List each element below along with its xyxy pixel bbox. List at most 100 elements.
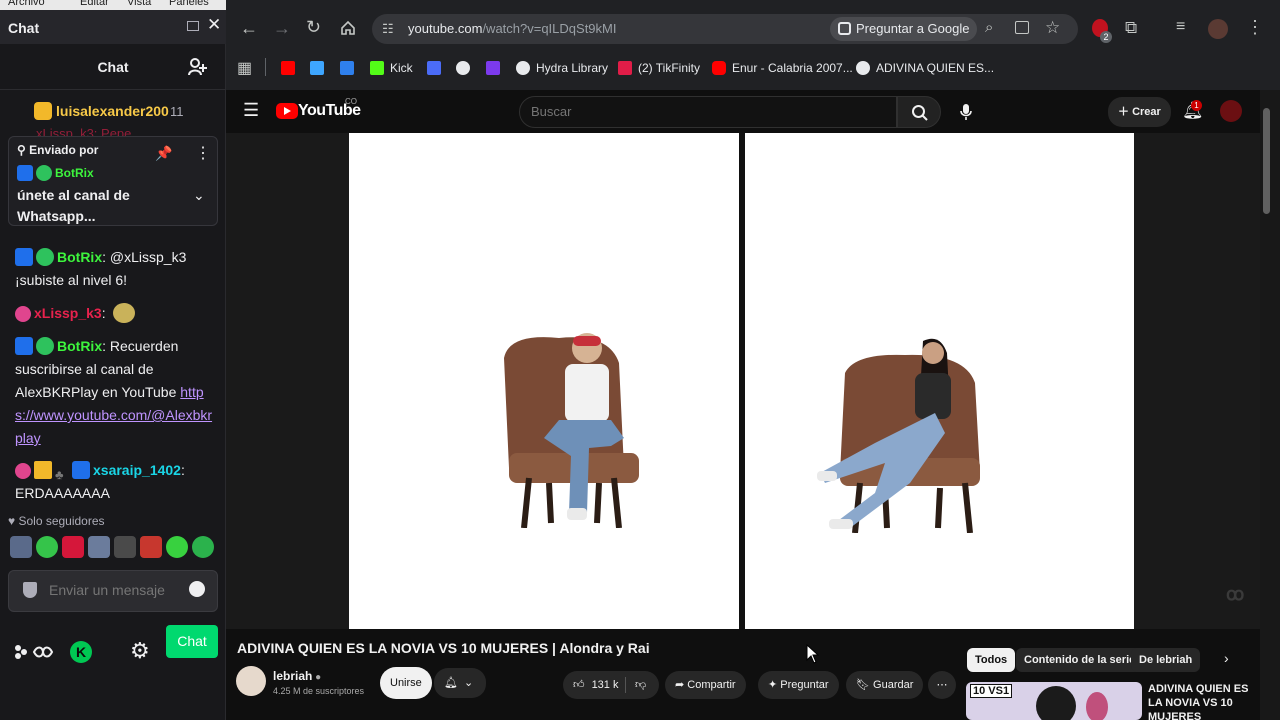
- bookmark-item[interactable]: Hydra Library: [516, 60, 608, 76]
- subscription-bell-button[interactable]: 🔔︎ ⌄: [434, 668, 486, 698]
- emote-icon[interactable]: [192, 536, 214, 558]
- menu-vista[interactable]: Vista: [127, 0, 151, 8]
- unpin-icon[interactable]: 📌: [155, 145, 172, 162]
- emote-icon[interactable]: [114, 536, 136, 558]
- bookmark-item[interactable]: (2) TikFinity: [618, 60, 700, 76]
- bookmark-item[interactable]: [281, 60, 301, 76]
- extensions-puzzle-icon[interactable]: ⧉: [1125, 18, 1137, 38]
- bot-badge-icon: [15, 337, 33, 355]
- bookmark-item[interactable]: [310, 60, 330, 76]
- emote-icon[interactable]: [140, 536, 162, 558]
- subscriber-count: 4.25 M de suscriptores: [273, 686, 365, 696]
- thumbs-down-icon[interactable]: 👎︎: [635, 671, 646, 699]
- create-button[interactable]: ＋ Crear: [1108, 97, 1171, 127]
- chat-input-box[interactable]: [8, 570, 218, 612]
- menu-editar[interactable]: Editar: [80, 0, 109, 8]
- share-button[interactable]: ➦ Compartir: [665, 671, 746, 699]
- message-user[interactable]: xsaraip_1402: [93, 462, 181, 478]
- users-icon[interactable]: [188, 58, 208, 76]
- emote-icon[interactable]: [62, 536, 84, 558]
- like-count[interactable]: 131 k: [592, 679, 619, 691]
- verified-badge-icon: [36, 337, 54, 355]
- chip-channel[interactable]: De lebriah: [1131, 648, 1201, 672]
- youtube-search-box[interactable]: [519, 96, 897, 128]
- chat-message-input[interactable]: [49, 582, 189, 598]
- ask-google-label: Preguntar a Google: [856, 21, 970, 36]
- more-options-icon[interactable]: ⋮: [195, 143, 211, 163]
- ask-button[interactable]: ✦ Preguntar: [758, 671, 839, 699]
- bookmark-star-icon[interactable]: ☆: [1045, 18, 1060, 38]
- pinned-label: Enviado por: [29, 143, 99, 157]
- globe-icon: [456, 61, 470, 75]
- zoom-icon[interactable]: ⌕: [985, 19, 993, 36]
- verified-badge-icon: [36, 165, 52, 181]
- account-avatar[interactable]: [1220, 100, 1242, 122]
- hamburger-menu-icon[interactable]: ☰: [243, 100, 259, 121]
- followers-only-label: Solo seguidores: [18, 514, 105, 528]
- bookmark-item[interactable]: Enur - Calabria 2007...: [712, 60, 853, 76]
- back-arrow-icon[interactable]: ←: [240, 18, 258, 39]
- settings-gear-icon[interactable]: ⚙: [130, 638, 150, 664]
- create-label: Crear: [1132, 106, 1161, 118]
- chip-series[interactable]: Contenido de la serie: [1016, 648, 1144, 672]
- bookmark-item[interactable]: [456, 60, 476, 76]
- emoji-icon[interactable]: [189, 581, 205, 597]
- bookmark-item[interactable]: [486, 60, 506, 76]
- profile-avatar[interactable]: [1208, 19, 1228, 39]
- join-button[interactable]: Unirse: [380, 667, 432, 699]
- channel-name[interactable]: lebriah ●: [273, 669, 321, 683]
- globe-icon: [856, 61, 870, 75]
- recommended-title[interactable]: ADIVINA QUIEN ES LA NOVIA VS 10 MUJERES: [1148, 682, 1252, 720]
- install-app-icon[interactable]: [1015, 21, 1029, 34]
- scrollbar-thumb[interactable]: [1263, 108, 1270, 214]
- popout-icon[interactable]: [187, 21, 199, 31]
- reload-icon[interactable]: ↻: [306, 17, 321, 38]
- emote-icon[interactable]: [166, 536, 188, 558]
- bookmark-item[interactable]: [340, 60, 360, 76]
- chevron-down-icon[interactable]: ⌄: [193, 187, 205, 204]
- chat-send-button[interactable]: Chat: [166, 625, 218, 658]
- like-dislike-group: 👍︎ 131 k 👎︎: [563, 671, 659, 699]
- thumbs-up-icon[interactable]: 👍︎: [573, 679, 585, 691]
- more-actions-button[interactable]: ⋯: [928, 671, 956, 699]
- site-info-icon[interactable]: ☷: [382, 21, 394, 37]
- recommended-thumbnail[interactable]: 10 VS1: [966, 682, 1142, 720]
- search-input[interactable]: [531, 104, 851, 119]
- top-user-name[interactable]: luisalexander200: [56, 103, 169, 119]
- kick-logo-icon[interactable]: K: [70, 641, 92, 663]
- emote-icon[interactable]: [36, 536, 58, 558]
- chip-next-icon[interactable]: ›: [1224, 650, 1229, 666]
- pinned-message[interactable]: ⚲ Enviado por BotRix únete al canal de W…: [8, 136, 218, 226]
- chat-message: BotRix: @xLissp_k3 ¡subiste al nivel 6!: [15, 246, 215, 292]
- apps-grid-icon[interactable]: ▦: [237, 58, 252, 78]
- bookmark-item[interactable]: [427, 60, 447, 76]
- youtube-logo-icon[interactable]: [276, 103, 298, 119]
- message-user[interactable]: BotRix: [57, 249, 102, 265]
- bookmark-item[interactable]: Kick: [370, 60, 413, 76]
- pinned-user[interactable]: BotRix: [55, 166, 94, 180]
- voice-search-button[interactable]: [952, 96, 980, 128]
- bookmark-item[interactable]: ADIVINA QUIEN ES...: [856, 60, 994, 76]
- home-icon[interactable]: [340, 20, 356, 36]
- message-user[interactable]: BotRix: [57, 338, 102, 354]
- chip-todos[interactable]: Todos: [967, 648, 1016, 672]
- message-user[interactable]: xLissp_k3: [34, 305, 102, 321]
- save-button[interactable]: 🔖︎ Guardar: [846, 671, 924, 699]
- kick-icon: [370, 61, 384, 75]
- channel-points-icon[interactable]: [12, 642, 54, 662]
- media-control-icon[interactable]: ≡: [1176, 18, 1185, 36]
- emote-icon[interactable]: [88, 536, 110, 558]
- emote-icon[interactable]: [10, 536, 32, 558]
- shield-icon[interactable]: [23, 582, 37, 598]
- ask-google-button[interactable]: Preguntar a Google: [830, 17, 978, 41]
- ask-label: Preguntar: [780, 679, 829, 691]
- bot-badge-icon: [72, 461, 90, 479]
- search-button[interactable]: [897, 96, 941, 128]
- channel-avatar[interactable]: [236, 666, 266, 696]
- url-text[interactable]: youtube.com/watch?v=qILDqSt9kMI: [408, 21, 616, 36]
- close-icon[interactable]: ✕: [207, 15, 221, 35]
- forward-arrow-icon[interactable]: →: [273, 18, 291, 39]
- menu-paneles[interactable]: Paneles: [169, 0, 209, 8]
- menu-archivo[interactable]: Archivo: [8, 0, 45, 8]
- kebab-menu-icon[interactable]: ⋮: [1246, 17, 1264, 38]
